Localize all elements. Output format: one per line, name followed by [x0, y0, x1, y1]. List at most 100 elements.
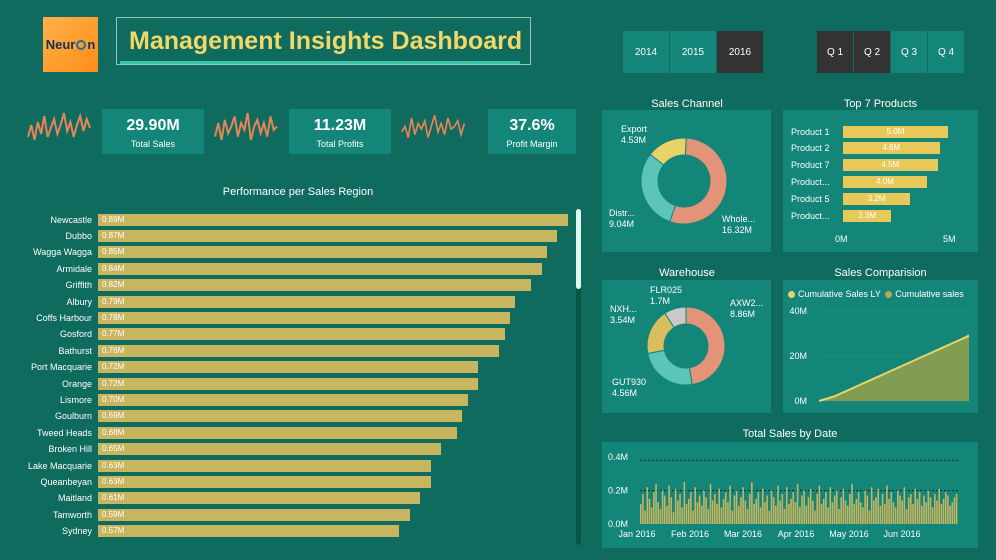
region-row[interactable]: Bathurst 0.76M	[6, 344, 500, 357]
region-row[interactable]: Queanbeyan 0.63M	[6, 475, 431, 488]
date-bar	[757, 492, 760, 524]
quarter-4-button[interactable]: Q 4	[928, 31, 965, 73]
x-tick: Jan 2016	[618, 529, 655, 539]
region-row[interactable]: Armidale 0.84M	[6, 262, 542, 275]
region-row[interactable]: Dubbo 0.87M	[6, 229, 558, 242]
region-label: Broken Hill	[48, 444, 92, 455]
date-bar	[661, 490, 664, 524]
date-bar	[751, 482, 753, 524]
date-bar	[716, 503, 718, 524]
region-label: Goulburn	[54, 411, 92, 422]
region-row[interactable]: Wagga Wagga 0.85M	[6, 246, 547, 259]
region-row[interactable]: Goulburn 0.69M	[6, 410, 463, 423]
product-row[interactable]: Product 7 4.5M	[783, 159, 938, 172]
date-bar	[859, 502, 862, 524]
date-bar	[842, 488, 845, 524]
year-2014-button[interactable]: 2014	[623, 31, 670, 73]
region-row[interactable]: Albury 0.79M	[6, 295, 516, 308]
region-label: Lismore	[59, 394, 92, 405]
date-bar	[910, 493, 912, 524]
date-bar	[849, 493, 851, 524]
date-bar	[944, 492, 947, 524]
donut-slice[interactable]	[640, 153, 676, 223]
region-row[interactable]: Sydney 0.57M	[6, 525, 399, 538]
donut-slice-value: 8.86M	[730, 309, 755, 319]
year-2015-button[interactable]: 2015	[670, 31, 717, 73]
product-row[interactable]: Product 2 4.6M	[783, 142, 940, 155]
date-bar	[825, 492, 827, 524]
quarter-2-button[interactable]: Q 2	[854, 31, 891, 73]
logo-o-icon	[76, 39, 87, 50]
x-tick: Jun 2016	[883, 529, 920, 539]
region-row[interactable]: Gosford 0.77M	[6, 328, 505, 341]
product-row[interactable]: Product 1 5.0M	[783, 125, 948, 138]
donut-slice-value: 4.53M	[621, 135, 646, 145]
kpi-label: Profit Margin	[506, 139, 558, 149]
region-row[interactable]: Newcastle 0.89M	[6, 213, 568, 226]
region-row[interactable]: Broken Hill 0.65M	[6, 443, 442, 456]
date-bar	[857, 492, 860, 524]
date-bar	[772, 497, 775, 524]
date-bar	[703, 490, 705, 524]
donut-slice-label: Whole...	[722, 214, 755, 224]
sales-by-date-bar-chart: 0.0M 0.2M 0.4M Jan 2016 Feb 2016 Mar 2016 Apr …	[608, 452, 958, 539]
region-row[interactable]: Port Macquarie 0.72M	[6, 361, 479, 374]
year-2016-button[interactable]: 2016	[717, 31, 764, 73]
top-products-card: Product 1 5.0M Product 2 4.6M Product 7 4.5M P…	[783, 110, 978, 252]
product-bar: 4.6M	[843, 142, 940, 155]
sales-channel-donut: Whole...16.32M Distr...9.04M Export4.53M	[609, 124, 755, 235]
sparkline-path	[27, 112, 91, 141]
region-row[interactable]: Tamworth 0.59M	[6, 508, 410, 521]
date-bar	[838, 508, 840, 524]
region-scrollbar-thumb[interactable]	[576, 209, 581, 289]
product-label: Product...	[791, 210, 830, 221]
date-bar	[870, 487, 873, 524]
donut-slice-value: 9.04M	[609, 219, 634, 229]
region-row[interactable]: Lismore 0.70M	[6, 393, 468, 406]
logo-text-end: n	[87, 37, 96, 52]
date-bar	[803, 490, 805, 524]
date-bar	[844, 500, 847, 524]
date-bar	[905, 508, 908, 524]
donut-slice[interactable]	[647, 349, 693, 386]
date-bar	[755, 498, 758, 524]
region-label: Coffs Harbour	[36, 312, 92, 323]
region-row[interactable]: Orange 0.72M	[6, 377, 479, 390]
quarter-1-button[interactable]: Q 1	[817, 31, 854, 73]
kpi-value: 37.6%	[509, 117, 555, 134]
product-label: Product...	[791, 176, 830, 187]
donut-slice[interactable]	[685, 306, 726, 386]
date-bar	[820, 503, 823, 524]
date-bar	[873, 500, 875, 524]
date-bar	[679, 493, 681, 524]
product-row[interactable]: Product... 4.0M	[783, 175, 927, 188]
region-row[interactable]: Griffith 0.82M	[6, 279, 532, 292]
date-bar	[731, 510, 734, 524]
date-bar	[903, 487, 906, 524]
x-tick: May 2016	[829, 529, 869, 539]
legend-item-current: Cumulative sales	[895, 289, 964, 299]
date-bar	[707, 508, 710, 524]
date-bar	[936, 500, 938, 524]
product-row[interactable]: Product... 2.3M	[783, 209, 892, 222]
date-bar	[785, 487, 788, 524]
product-row[interactable]: Product 5 3.2M	[783, 192, 911, 205]
region-row[interactable]: Lake Macquarie 0.63M	[6, 459, 431, 472]
region-row[interactable]: Coffs Harbour 0.78M	[6, 311, 510, 324]
product-label: Product 5	[791, 193, 830, 204]
date-bar	[642, 493, 644, 524]
date-bar	[923, 495, 925, 524]
sparkline-path	[214, 112, 278, 141]
region-row[interactable]: Tweed Heads 0.68M	[6, 426, 458, 439]
date-bar	[953, 497, 956, 524]
region-bar: 0.78M	[98, 311, 510, 324]
quarter-3-button[interactable]: Q 3	[891, 31, 928, 73]
region-row[interactable]: Maitland 0.61M	[6, 492, 421, 505]
date-bar	[779, 500, 781, 524]
date-bar	[733, 495, 736, 524]
date-bar	[668, 485, 670, 524]
date-bar	[888, 498, 890, 524]
date-bar	[931, 507, 934, 525]
region-label: Albury	[66, 296, 92, 307]
top-products-bar-chart: Product 1 5.0M Product 2 4.6M Product 7 4.5M P…	[783, 125, 978, 235]
